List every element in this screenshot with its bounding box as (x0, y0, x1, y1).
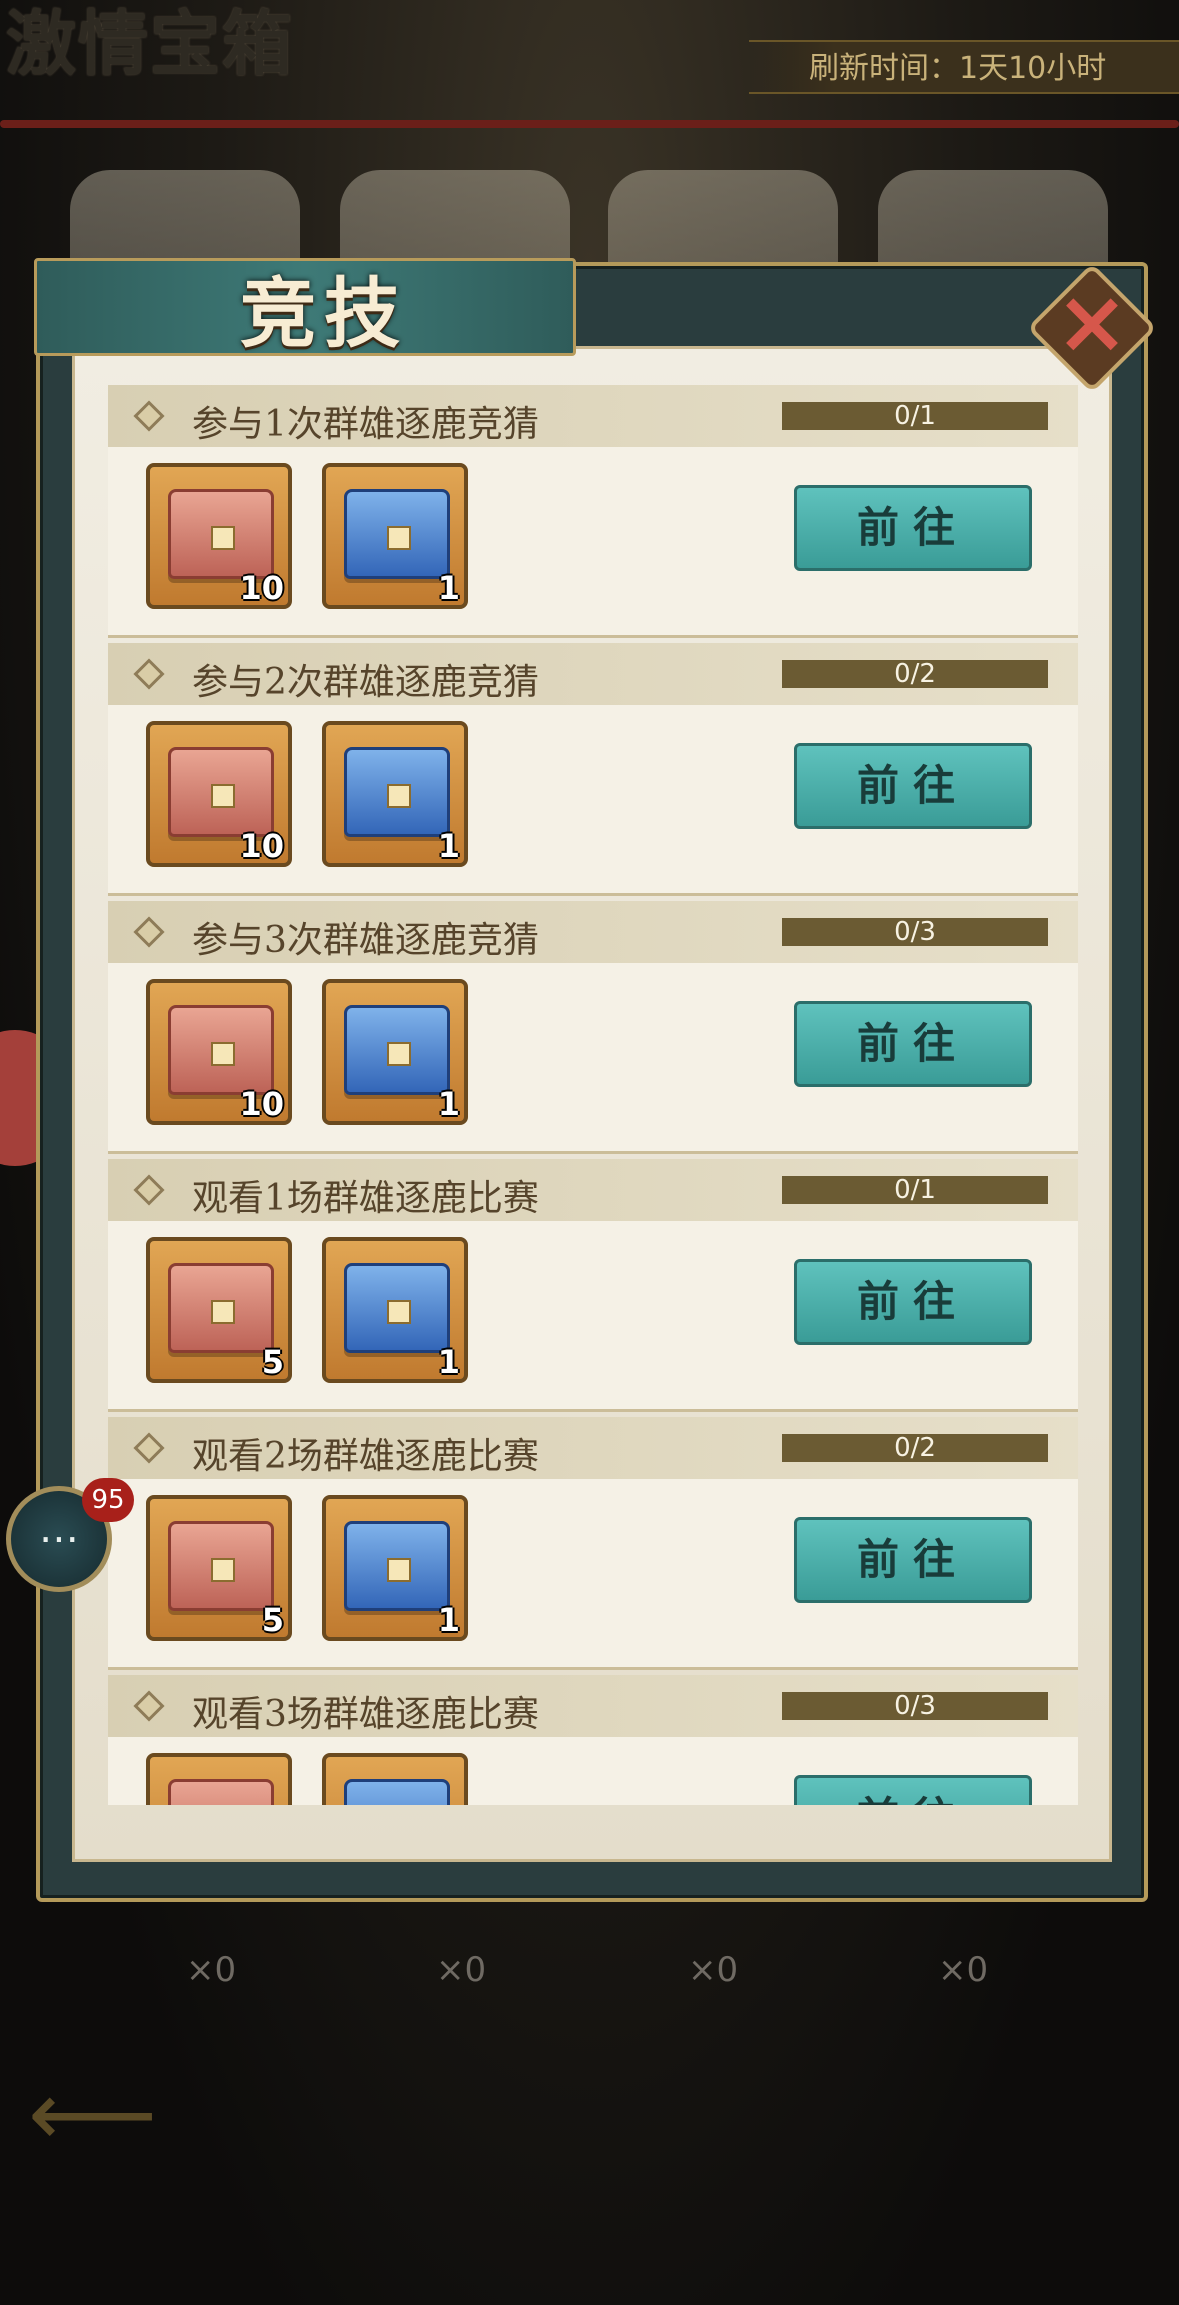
go-button[interactable]: 前往 (794, 1259, 1032, 1345)
task-row: 观看1场群雄逐鹿比赛 0/1 5 1 前往 (108, 1159, 1078, 1412)
count-1: ×0 (186, 1950, 237, 1990)
chat-unread-badge: 95 (82, 1478, 134, 1522)
blue-chest-icon (344, 1521, 450, 1611)
progress-bar: 0/2 (782, 1434, 1048, 1462)
go-button[interactable]: 前往 (794, 1775, 1032, 1805)
task-row: 参与1次群雄逐鹿竞猜 0/1 10 1 前往 (108, 385, 1078, 638)
close-icon[interactable]: × (1046, 276, 1138, 368)
reward-count: 1 (437, 1343, 460, 1381)
reward-red-chest[interactable]: 5 (146, 1495, 292, 1641)
reward-red-chest[interactable]: 10 (146, 979, 292, 1125)
task-title: 参与3次群雄逐鹿竞猜 (192, 920, 539, 961)
red-chest-icon (168, 1263, 274, 1353)
reward-red-chest[interactable]: 10 (146, 463, 292, 609)
chat-bubble-icon: ⋯ (39, 1516, 79, 1562)
go-button[interactable]: 前往 (794, 485, 1032, 571)
decorative-rope (0, 120, 1179, 128)
reward-blue-chest[interactable]: 1 (322, 1237, 468, 1383)
diamond-icon (133, 1690, 165, 1722)
go-button[interactable]: 前往 (794, 1517, 1032, 1603)
blue-chest-icon (344, 1005, 450, 1095)
red-chest-icon (168, 1005, 274, 1095)
reward-blue-chest[interactable]: 1 (322, 1495, 468, 1641)
task-list[interactable]: 参与1次群雄逐鹿竞猜 0/1 10 1 前往 参与2次群雄逐鹿竞猜 0/2 10… (108, 385, 1078, 1805)
progress-bar: 0/3 (782, 918, 1048, 946)
diamond-icon (133, 1174, 165, 1206)
reward-count: 1 (437, 569, 460, 607)
progress-text: 0/3 (894, 1691, 936, 1721)
task-header: 参与2次群雄逐鹿竞猜 0/2 (108, 643, 1078, 705)
diamond-icon (133, 658, 165, 690)
red-chest-icon (168, 489, 274, 579)
progress-text: 0/2 (894, 1433, 936, 1463)
task-header: 参与3次群雄逐鹿竞猜 0/3 (108, 901, 1078, 963)
page-title: 激情宝箱 (6, 2, 294, 85)
blue-chest-icon (344, 1263, 450, 1353)
reward-count: 1 (437, 827, 460, 865)
diamond-icon (133, 916, 165, 948)
task-title: 参与2次群雄逐鹿竞猜 (192, 662, 539, 703)
reward-count: 5 (261, 1601, 284, 1639)
reward-count: 5 (261, 1343, 284, 1381)
reward-red-chest[interactable]: 5 (146, 1237, 292, 1383)
progress-bar: 0/1 (782, 402, 1048, 430)
task-title: 参与1次群雄逐鹿竞猜 (192, 404, 539, 445)
blue-chest-icon (344, 1779, 450, 1805)
task-header: 观看3场群雄逐鹿比赛 0/3 (108, 1675, 1078, 1737)
go-button[interactable]: 前往 (794, 1001, 1032, 1087)
reward-count: 10 (239, 569, 284, 607)
progress-bar: 0/2 (782, 660, 1048, 688)
diamond-icon (133, 1432, 165, 1464)
red-chest-icon (168, 1521, 274, 1611)
blue-chest-icon (344, 747, 450, 837)
red-chest-icon (168, 747, 274, 837)
task-header: 观看1场群雄逐鹿比赛 0/1 (108, 1159, 1078, 1221)
progress-bar: 0/1 (782, 1176, 1048, 1204)
reward-count: 10 (239, 827, 284, 865)
red-chest-icon (168, 1779, 274, 1805)
reward-count: 1 (437, 1601, 460, 1639)
task-row: 观看2场群雄逐鹿比赛 0/2 5 1 前往 (108, 1417, 1078, 1670)
reward-red-chest[interactable]: 10 (146, 721, 292, 867)
reward-count: 1 (437, 1085, 460, 1123)
task-row: 观看3场群雄逐鹿比赛 0/3 5 1 前往 (108, 1675, 1078, 1805)
reward-blue-chest[interactable]: 1 (322, 721, 468, 867)
task-title: 观看2场群雄逐鹿比赛 (192, 1436, 539, 1477)
refresh-time: 刷新时间：1天10小时 (749, 40, 1179, 94)
count-2: ×0 (436, 1950, 487, 1990)
back-arrow-icon[interactable]: ⟵ (28, 2070, 157, 2160)
reward-red-chest[interactable]: 5 (146, 1753, 292, 1805)
progress-text: 0/1 (894, 1175, 936, 1205)
task-row: 参与2次群雄逐鹿竞猜 0/2 10 1 前往 (108, 643, 1078, 896)
bottom-counts: ×0 ×0 ×0 ×0 (0, 1950, 1179, 1990)
go-button[interactable]: 前往 (794, 743, 1032, 829)
task-row: 参与3次群雄逐鹿竞猜 0/3 10 1 前往 (108, 901, 1078, 1154)
progress-text: 0/2 (894, 659, 936, 689)
count-3: ×0 (688, 1950, 739, 1990)
modal-title: 竞技 (240, 269, 408, 358)
blue-chest-icon (344, 489, 450, 579)
task-title: 观看3场群雄逐鹿比赛 (192, 1694, 539, 1735)
reward-blue-chest[interactable]: 1 (322, 979, 468, 1125)
progress-text: 0/1 (894, 401, 936, 431)
progress-bar: 0/3 (782, 1692, 1048, 1720)
task-header: 观看2场群雄逐鹿比赛 0/2 (108, 1417, 1078, 1479)
reward-count: 10 (239, 1085, 284, 1123)
reward-blue-chest[interactable]: 1 (322, 1753, 468, 1805)
task-title: 观看1场群雄逐鹿比赛 (192, 1178, 539, 1219)
progress-text: 0/3 (894, 917, 936, 947)
task-header: 参与1次群雄逐鹿竞猜 0/1 (108, 385, 1078, 447)
count-4: ×0 (938, 1950, 989, 1990)
diamond-icon (133, 400, 165, 432)
reward-blue-chest[interactable]: 1 (322, 463, 468, 609)
